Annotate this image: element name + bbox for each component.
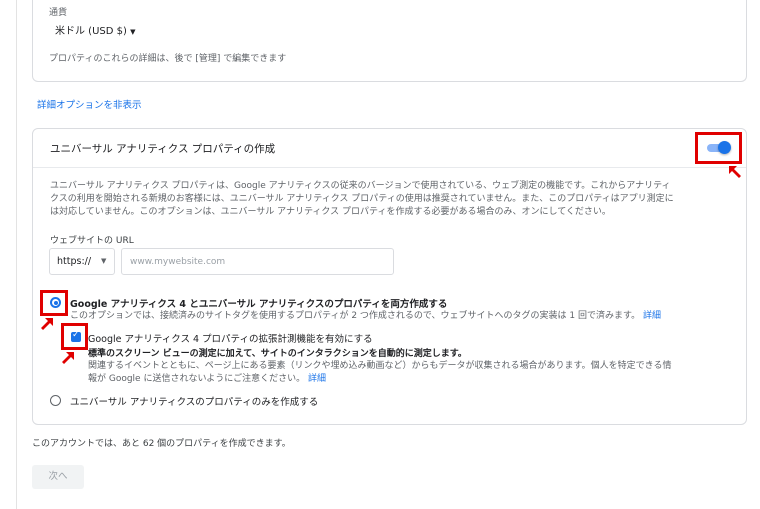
radio-ua-only[interactable] [50,395,61,406]
website-url-label: ウェブサイトの URL [50,236,134,246]
protocol-select[interactable]: https:// ▼ [49,248,115,275]
website-url-input[interactable]: www.mywebsite.com [121,248,394,275]
ua-description: ユニバーサル アナリティクス プロパティは、Google アナリティクスの従来の… [50,180,740,219]
hide-advanced-options-link[interactable]: 詳細オプションを非表示 [37,97,142,111]
chevron-down-icon: ▼ [130,28,136,36]
option-both-desc: このオプションでは、接続済みのサイトタグを使用するプロパティが 2 つ作成される… [70,310,661,323]
property-quota-text: このアカウントでは、あと 62 個のプロパティを作成できます。 [32,439,291,449]
arrow-icon [62,352,74,364]
ua-description-line: ユニバーサル アナリティクス プロパティは、Google アナリティクスの従来の… [50,181,671,191]
option-both-learn-more-link[interactable]: 詳細 [643,311,661,321]
highlight-box-radio [40,290,68,316]
option-ua-only-label: ユニバーサル アナリティクスのプロパティのみを作成する [70,397,319,408]
ua-description-line: クスの利用を開始される新規のお客様には、ユニバーサル アナリティクス プロパティ… [50,194,674,204]
highlight-box-toggle [695,132,742,164]
highlight-box-checkbox [61,323,88,350]
enhanced-desc-line: 報が Google に送信されないようにご注意ください。 [88,374,306,384]
ua-card-title: ユニバーサル アナリティクス プロパティの作成 [50,143,276,155]
currency-label: 通貨 [49,8,68,18]
universal-analytics-card: ユニバーサル アナリティクス プロパティの作成 ユニバーサル アナリティクス プ… [32,128,747,425]
enhanced-desc: 関連するイベントとともに、ページ上にある要素（リンクや埋め込み動画など）からもデ… [88,360,671,386]
property-details-card: 通貨 米ドル (USD $) ▼ プロパティのこれらの詳細は、後で [管理] で… [32,0,747,82]
chevron-down-icon: ▼ [101,257,107,265]
edit-later-note: プロパティのこれらの詳細は、後で [管理] で編集できます [49,54,287,64]
option-both-desc-text: このオプションでは、接続済みのサイトタグを使用するプロパティが 2 つ作成される… [70,311,641,321]
currency-value: 米ドル (USD $) [55,26,127,37]
ua-description-line: は対応していません。このオプションは、ユニバーサル アナリティクス プロパティを… [50,207,611,217]
currency-select[interactable]: 米ドル (USD $) ▼ [55,22,135,37]
url-placeholder: www.mywebsite.com [130,257,226,267]
enhanced-measurement-label: Google アナリティクス 4 プロパティの拡張計測機能を有効にする [88,334,373,345]
arrow-icon [41,318,53,330]
enhanced-bold-desc: 標準のスクリーン ビューの測定に加えて、サイトのインタラクションを自動的に測定し… [88,349,467,359]
next-button[interactable]: 次へ [32,465,84,489]
left-divider [16,0,17,509]
enhanced-desc-line: 関連するイベントとともに、ページ上にある要素（リンクや埋め込み動画など）からもデ… [88,361,672,371]
protocol-value: https:// [57,256,92,267]
enhanced-learn-more-link[interactable]: 詳細 [308,374,326,384]
option-both-label: Google アナリティクス 4 とユニバーサル アナリティクスのプロパティを両… [70,299,448,310]
arrow-icon [729,166,741,178]
card-header-divider [33,167,746,168]
